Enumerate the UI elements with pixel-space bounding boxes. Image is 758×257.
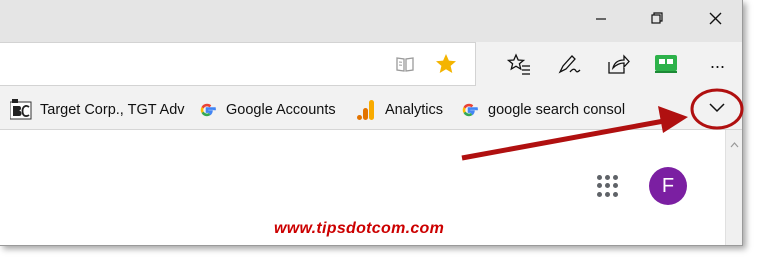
favorites-hub-button[interactable] bbox=[505, 52, 533, 80]
watermark: www.tipsdotcom.com bbox=[274, 220, 445, 237]
avatar[interactable]: F bbox=[649, 167, 687, 205]
apps-grid-icon[interactable] bbox=[597, 175, 619, 197]
close-icon bbox=[709, 12, 722, 30]
favorite-item-google-accounts[interactable]: Google Accounts bbox=[196, 90, 336, 130]
star-icon bbox=[435, 53, 457, 80]
add-favorite-button[interactable] bbox=[435, 53, 457, 80]
favorite-label: Google Accounts bbox=[226, 102, 336, 118]
favorites-bar: Target Corp., TGT Adv Google Accounts An… bbox=[0, 90, 742, 130]
browser-window: ··· Target Corp., TGT Adv Google Account… bbox=[0, 0, 743, 246]
address-bar[interactable] bbox=[0, 42, 476, 86]
favorites-overflow-button[interactable] bbox=[704, 90, 730, 130]
chevron-down-icon bbox=[708, 102, 726, 118]
google-icon bbox=[196, 99, 218, 121]
navigation-toolbar: ··· bbox=[0, 42, 742, 90]
favorite-label: Analytics bbox=[385, 102, 444, 118]
favorite-item-search-console[interactable]: google search consol bbox=[458, 90, 625, 130]
analytics-icon bbox=[355, 99, 377, 121]
title-bar bbox=[0, 0, 742, 42]
restore-button[interactable] bbox=[634, 0, 680, 42]
share-button[interactable] bbox=[604, 52, 632, 80]
restore-icon bbox=[650, 12, 664, 30]
book-icon bbox=[395, 55, 415, 78]
avatar-letter: F bbox=[661, 174, 675, 197]
favorite-item-target[interactable]: Target Corp., TGT Adv bbox=[10, 90, 185, 130]
minimize-icon bbox=[595, 12, 607, 30]
share-icon bbox=[606, 53, 630, 80]
extension-button[interactable] bbox=[652, 52, 680, 80]
close-button[interactable] bbox=[692, 0, 738, 42]
vertical-scrollbar[interactable] bbox=[725, 130, 742, 245]
web-note-button[interactable] bbox=[555, 52, 583, 80]
minimize-button[interactable] bbox=[578, 0, 624, 42]
favorite-label: Target Corp., TGT Adv bbox=[40, 102, 185, 118]
google-icon bbox=[458, 99, 480, 121]
more-button[interactable]: ··· bbox=[703, 52, 731, 80]
pen-icon bbox=[557, 53, 581, 80]
reading-view-button[interactable] bbox=[394, 55, 416, 77]
extension-icon bbox=[654, 54, 678, 79]
favorite-item-analytics[interactable]: Analytics bbox=[355, 90, 443, 130]
scroll-up-icon[interactable] bbox=[730, 135, 739, 153]
bc-icon bbox=[10, 99, 32, 121]
star-list-icon bbox=[506, 52, 531, 80]
more-icon: ··· bbox=[709, 55, 726, 76]
favorite-label: google search consol bbox=[488, 102, 626, 118]
